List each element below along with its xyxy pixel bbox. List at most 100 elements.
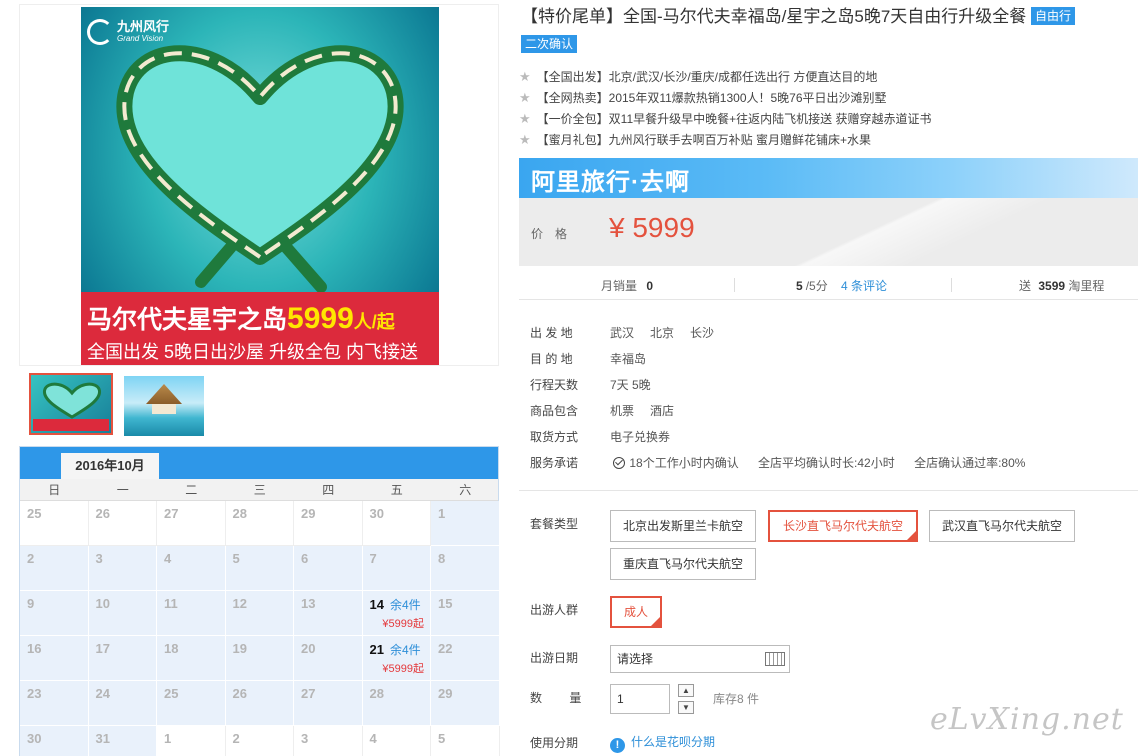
brand-swirl-icon	[87, 19, 113, 45]
calendar-day-cell: 18	[157, 636, 226, 681]
quantity-input[interactable]: 1	[610, 684, 670, 714]
stock-count: 库存8 件	[713, 692, 760, 706]
calendar-month-tab[interactable]: 2016年10月	[61, 453, 159, 479]
info-label: 出 发 地	[530, 326, 573, 340]
banner-subtitle: 全国出发 5晚日出沙屋 升级全包 内飞接送	[87, 342, 419, 362]
feature-item: ★ 【全网热卖】2015年双11爆款热销1300人！5晚76平日出沙滩别墅	[519, 87, 931, 108]
calendar-day-number: 11	[164, 596, 178, 611]
brand-name-en: Grand Vision	[117, 34, 164, 43]
calendar-day-number: 3	[301, 731, 309, 746]
stat-divider	[951, 278, 952, 292]
calendar-day-cell: 2	[225, 726, 294, 756]
crowd-label: 出游人群	[530, 603, 579, 617]
calendar-day-number: 4	[369, 731, 377, 746]
calendar-day-cell: 31	[88, 726, 157, 756]
calendar-day-cell: 15	[431, 591, 500, 636]
calendar-day-cell: 28	[225, 501, 294, 546]
service-item: 全店确认通过率:80%	[914, 456, 1026, 470]
info-row: 行程天数 7天 5晚	[530, 372, 1041, 398]
calendar-day-cell: 25	[20, 501, 89, 546]
service-item: 全店平均确认时长:42小时	[758, 456, 895, 470]
calendar-weekdays: 日一二三四五六	[20, 479, 498, 501]
calendar-day-number: 24	[95, 686, 110, 701]
thumbnail-banner	[33, 419, 109, 431]
thumbnail-2[interactable]	[124, 376, 204, 436]
travel-date-input[interactable]: 请选择	[610, 645, 790, 673]
info-label: 商品包含	[530, 404, 579, 418]
calendar-day-cell: 28	[362, 681, 431, 726]
calendar-day-number: 29	[301, 506, 316, 521]
package-option-wuhan[interactable]: 武汉直飞马尔代夫航空	[929, 510, 1075, 542]
package-option-chongqing[interactable]: 重庆直飞马尔代夫航空	[610, 548, 756, 580]
promo-banner: 马尔代夫星宇之岛5999人/起 全国出发 5晚日出沙屋 升级全包 内飞接送	[81, 292, 439, 365]
hut-base-icon	[152, 404, 176, 414]
calendar-day-number: 25	[164, 686, 179, 701]
installment-label: 使用分期	[530, 736, 579, 750]
calendar-day-cell: 9	[20, 591, 89, 636]
calendar-icon[interactable]	[765, 652, 785, 666]
info-row: 出 发 地 武汉 北京 长沙	[530, 320, 1041, 346]
calendar-day-cell: 16	[20, 636, 89, 681]
calendar-day-number: 16	[27, 641, 42, 656]
calendar-day-number: 25	[27, 506, 42, 521]
weekday-label: 日	[48, 483, 61, 497]
info-row: 商品包含 机票 酒店	[530, 398, 1041, 424]
package-option-changsha[interactable]: 长沙直飞马尔代夫航空	[768, 510, 918, 542]
calendar-day-number: 27	[164, 506, 179, 521]
calendar-day-cell: 24	[88, 681, 157, 726]
product-title: 【特价尾单】全国-马尔代夫幸福岛/星宇之岛5晚7天自由行升级全餐 自由行	[521, 6, 1121, 28]
reviews-link[interactable]: 4 条评论	[841, 279, 887, 293]
calendar-day-cell: 13	[294, 591, 363, 636]
quantity-decrease-button[interactable]: ▼	[678, 701, 694, 714]
calendar-day-cell: 4	[362, 726, 431, 756]
calendar-day-number: 20	[301, 641, 316, 656]
calendar-stock: 余4件	[389, 643, 421, 657]
calendar-day-cell: 12	[225, 591, 294, 636]
calendar-day-cell: 5	[225, 546, 294, 591]
feature-text: 【全国出发】北京/武汉/长沙/重庆/成都任选出行 方便直达目的地	[536, 70, 878, 84]
calendar-day-cell[interactable]: 14 余4件 ¥5999起	[362, 591, 431, 636]
info-icon: !	[610, 738, 625, 753]
package-option-beijing[interactable]: 北京出发斯里兰卡航空	[610, 510, 756, 542]
points-suffix: 淘里程	[1068, 279, 1105, 293]
calendar-day-number: 18	[164, 641, 179, 656]
installment-help-link[interactable]: ! 什么是花呗分期	[610, 733, 715, 753]
travel-date-label: 出游日期	[530, 651, 579, 665]
calendar-day-number: 30	[369, 506, 384, 521]
calendar-day-number: 9	[27, 596, 35, 611]
info-value: 北京	[650, 326, 675, 340]
feature-item: ★ 【全国出发】北京/武汉/长沙/重庆/成都任选出行 方便直达目的地	[519, 66, 931, 87]
product-title-text: 【特价尾单】全国-马尔代夫幸福岛/星宇之岛5晚7天自由行升级全餐	[521, 7, 1027, 26]
info-value: 电子兑换券	[610, 430, 671, 444]
alitrip-banner: 阿里旅行·去啊	[519, 158, 1138, 198]
calendar-day-number: 4	[164, 551, 172, 566]
calendar-day-number: 7	[369, 551, 377, 566]
banner-price: 5999	[287, 302, 354, 335]
calendar-day-cell: 3	[88, 546, 157, 591]
calendar-day-cell: 3	[294, 726, 363, 756]
rating-suffix: /5分	[805, 279, 828, 293]
weekday-label: 四	[322, 483, 335, 497]
calendar-day-number: 27	[301, 686, 316, 701]
thumbnail-1[interactable]	[29, 373, 113, 435]
star-icon: ★	[519, 111, 531, 126]
main-product-image[interactable]: 九州风行 Grand Vision 马尔代夫星宇之岛5999人/起 全国出发 5…	[81, 7, 439, 365]
price-box: 价格 ¥ 5999	[519, 198, 1138, 266]
feature-item: ★ 【蜜月礼包】九州风行联手去啊百万补贴 蜜月赠鲜花铺床+水果	[519, 129, 931, 150]
price-value: ¥ 5999	[609, 212, 695, 243]
thumbnail-heart-icon	[42, 382, 102, 419]
calendar-day-cell: 17	[88, 636, 157, 681]
calendar-day-cell: 4	[157, 546, 226, 591]
calendar-day-number: 19	[232, 641, 247, 656]
calendar-day-cell: 11	[157, 591, 226, 636]
calendar-day-number: 21	[369, 642, 384, 657]
quantity-increase-button[interactable]: ▲	[678, 684, 694, 697]
calendar-day-cell: 5	[431, 726, 500, 756]
banner-unit: 人/起	[353, 312, 395, 332]
calendar-day-number: 14	[369, 597, 384, 612]
calendar-day-cell[interactable]: 21 余4件 ¥5999起	[362, 636, 431, 681]
crowd-option-adult[interactable]: 成人	[610, 596, 662, 628]
star-icon: ★	[519, 132, 531, 147]
calendar-price: ¥5999起	[382, 618, 424, 630]
star-icon: ★	[519, 90, 531, 105]
